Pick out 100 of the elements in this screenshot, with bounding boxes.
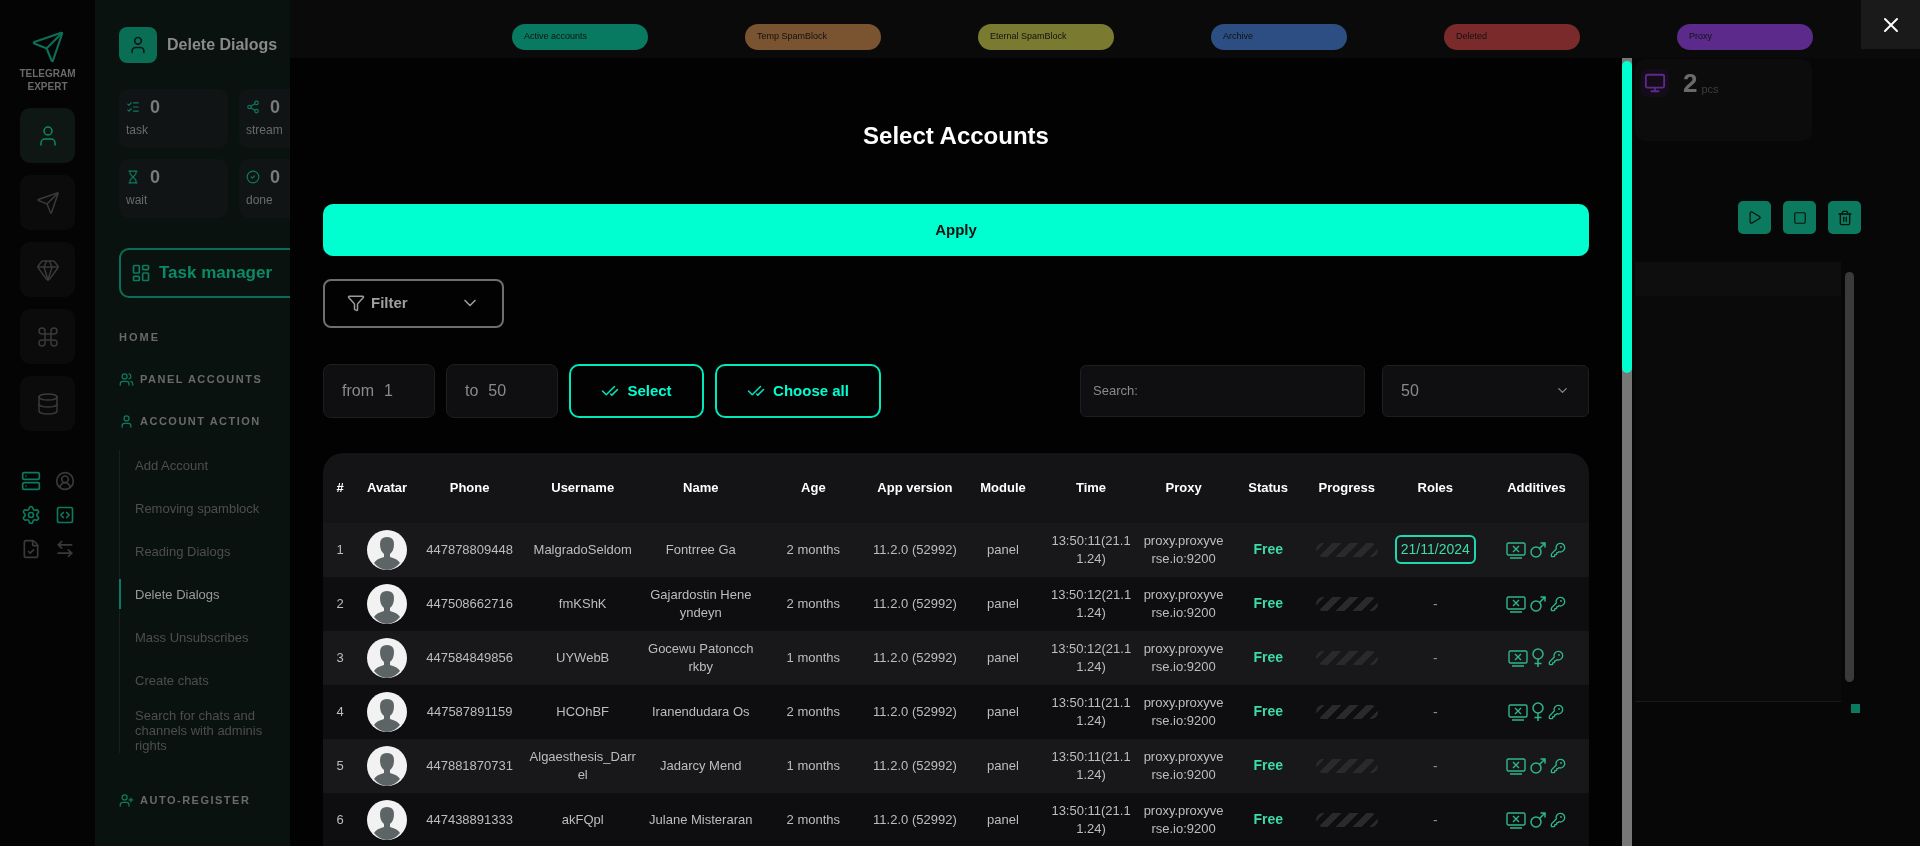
table-cell: 3 xyxy=(323,630,357,685)
user-icon xyxy=(128,35,148,55)
nav-section[interactable]: ACCOUNT ACTION xyxy=(119,406,290,436)
nav-section[interactable]: PANEL ACCOUNTS xyxy=(119,364,290,394)
nav-section[interactable]: AUTO-REGISTER xyxy=(119,785,290,815)
table-cell: 11.2.0 (52992) xyxy=(868,738,962,793)
logo-icon xyxy=(30,30,65,64)
status-badge[interactable]: Eternal SpamBlock xyxy=(978,24,1114,50)
stat-value: 0 xyxy=(150,167,160,187)
table-cell: 447881870731 xyxy=(417,738,523,793)
table-cell: proxy.proxyverse.io:9200 xyxy=(1137,684,1230,739)
status-badge[interactable]: Deleted xyxy=(1444,24,1580,50)
delete-button[interactable] xyxy=(1828,201,1861,234)
modal-scrollbar[interactable] xyxy=(1622,58,1632,846)
nav-item[interactable]: Create chats xyxy=(119,665,287,695)
stat-label: task xyxy=(126,122,149,139)
table-cell: 13:50:11(21.11.24) xyxy=(1044,684,1138,739)
stat-label: stream xyxy=(246,122,284,139)
from-field[interactable]: from 1 xyxy=(323,363,435,418)
key-icon xyxy=(1550,811,1567,828)
table-cell: 447878809448 xyxy=(417,522,523,577)
table-cell: 4 xyxy=(323,684,357,739)
table-cell: 447438891333 xyxy=(417,792,523,846)
table-cell: 447587891159 xyxy=(417,684,523,739)
code-icon[interactable] xyxy=(54,505,75,525)
status-badge[interactable]: Active accounts xyxy=(512,24,648,50)
play-icon xyxy=(1747,210,1762,225)
table-cell: HCOhBF xyxy=(522,684,644,739)
diamond-icon xyxy=(35,257,60,282)
table-cell: 13:50:12(21.11.24) xyxy=(1044,576,1138,631)
role-text: - xyxy=(1432,595,1438,612)
stat-value: 2 xyxy=(1683,69,1698,97)
table-cell: Gajardostin Heneyndeyn xyxy=(643,576,759,631)
status-badge[interactable]: Archive xyxy=(1211,24,1347,50)
to-field[interactable]: to 50 xyxy=(446,363,558,418)
stat-label: done xyxy=(246,192,274,209)
table-cell: 11.2.0 (52992) xyxy=(868,576,962,631)
apply-button[interactable]: Apply xyxy=(323,204,1589,256)
close-button[interactable] xyxy=(1861,0,1920,49)
rail-tab[interactable] xyxy=(20,309,75,364)
rail-tab[interactable] xyxy=(20,376,75,431)
users-icon xyxy=(119,371,134,387)
avatar-icon xyxy=(367,799,408,840)
stat-value: 0 xyxy=(270,167,280,187)
table-cell: MalgradoSeldom xyxy=(522,522,644,577)
stat-value: 0 xyxy=(150,97,160,117)
logo-text: TELEGRAM EXPERT xyxy=(18,67,77,93)
table-cell: Algaesthesis_Darrel xyxy=(522,738,644,793)
table-cell: 2 months xyxy=(758,576,869,631)
status-cell: Free xyxy=(1229,576,1307,631)
role-text: - xyxy=(1432,649,1438,666)
board-icon xyxy=(131,263,151,283)
status-cell: Free xyxy=(1229,738,1307,793)
table-cell: 5 xyxy=(323,738,357,793)
table-cell: proxy.proxyverse.io:9200 xyxy=(1137,630,1230,685)
nav-heading[interactable]: HOME xyxy=(119,322,290,352)
table-cell: 13:50:11(21.11.24) xyxy=(1044,792,1138,846)
page-size-select[interactable]: 50 xyxy=(1382,364,1589,417)
nav-item[interactable]: Removing spamblock xyxy=(119,493,287,523)
table-cell: panel xyxy=(961,576,1045,631)
table-cell: 1 months xyxy=(758,738,869,793)
column-header: Name xyxy=(643,452,759,523)
panel-scrollbar[interactable] xyxy=(1845,272,1854,682)
select-button[interactable]: Select xyxy=(569,363,704,418)
choose-all-button[interactable]: Choose all xyxy=(715,363,881,418)
filter-dropdown[interactable]: Filter xyxy=(323,278,504,328)
command-icon xyxy=(35,324,60,349)
resize-handle-icon[interactable] xyxy=(1851,704,1860,713)
search-field[interactable]: Search: xyxy=(1080,364,1365,417)
rail-tab[interactable] xyxy=(20,108,75,163)
table-cell: 11.2.0 (52992) xyxy=(868,630,962,685)
user-circle-icon[interactable] xyxy=(54,471,75,491)
rail-tab[interactable] xyxy=(20,175,75,230)
status-badge[interactable]: Proxy xyxy=(1677,24,1813,50)
nav-item[interactable]: Delete Dialogs xyxy=(119,579,287,609)
page-title: Delete Dialogs xyxy=(167,35,278,55)
table-cell: 2 months xyxy=(758,792,869,846)
status-badge[interactable]: Temp SpamBlock xyxy=(745,24,881,50)
avatar-icon xyxy=(367,583,408,624)
nav-item[interactable]: Search for chats and channels with adminis rights xyxy=(119,708,287,753)
play-button[interactable] xyxy=(1738,201,1771,234)
field-label: to xyxy=(465,380,479,401)
column-header: Roles xyxy=(1386,452,1484,523)
nav-item[interactable]: Add Account xyxy=(119,450,287,480)
field-label: from xyxy=(342,380,374,401)
nav-item[interactable]: Mass Unsubscribes xyxy=(119,622,287,652)
server-icon[interactable] xyxy=(20,471,41,491)
stop-button[interactable] xyxy=(1783,201,1816,234)
database-icon xyxy=(35,391,60,416)
send-icon xyxy=(35,190,60,215)
nav-item[interactable]: Reading Dialogs xyxy=(119,536,287,566)
settings-icon[interactable] xyxy=(20,505,41,525)
table-cell: 2 xyxy=(323,576,357,631)
key-icon xyxy=(1548,703,1565,720)
table-cell: fmKShK xyxy=(522,576,644,631)
check-circle-icon xyxy=(246,170,260,184)
monitor-x-icon xyxy=(1508,702,1529,721)
rail-tab[interactable] xyxy=(20,242,75,297)
table-cell: UYWebB xyxy=(522,630,644,685)
table-cell: proxy.proxyverse.io:9200 xyxy=(1137,738,1230,793)
